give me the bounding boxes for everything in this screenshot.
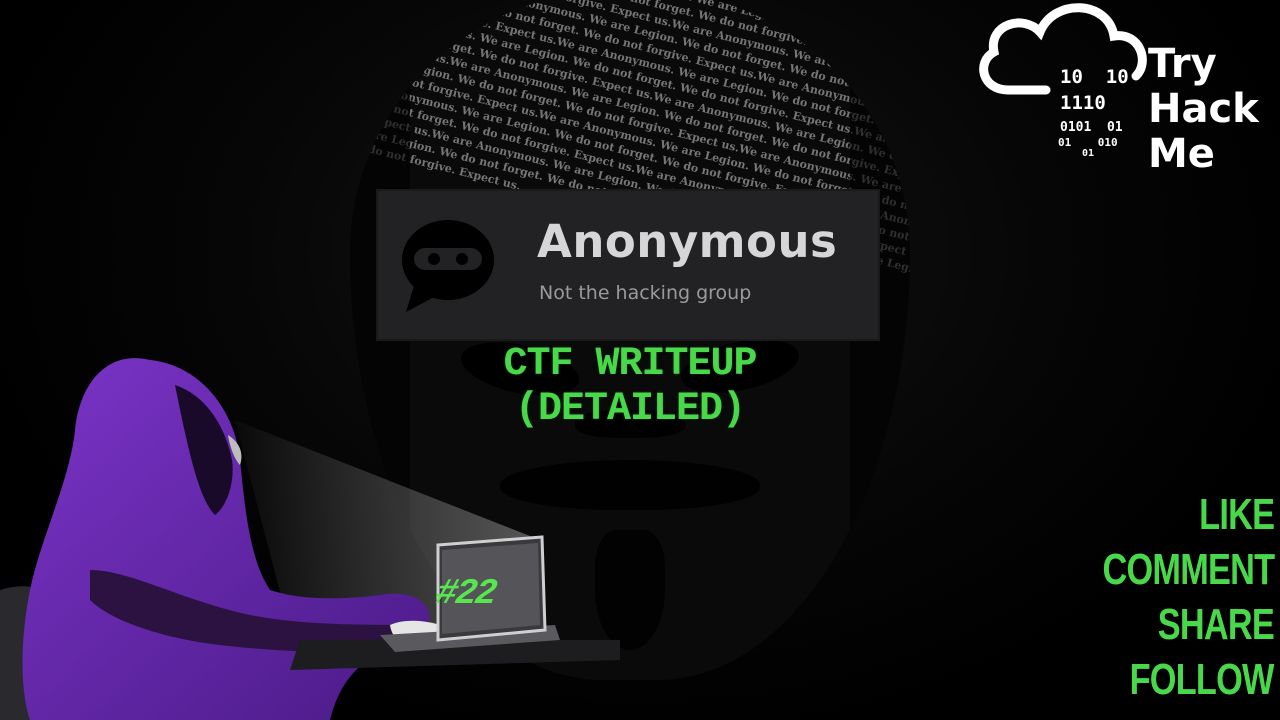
ninja-chat-bubble-icon [402,220,494,312]
cta-share: SHARE [1157,600,1275,649]
binary-line-2: 1110 [1060,92,1106,114]
cta-follow: FOLLOW [1130,655,1275,704]
brand-word-me: Me [1148,131,1215,177]
cta-like: LIKE [1198,490,1275,539]
logo-title: Anonymous [537,215,838,268]
binary-line-5: 01 [1082,148,1095,159]
brand-word-try: Try [1148,41,1217,87]
episode-badge: #22 [433,573,498,614]
thumbnail-canvas: We do not forgive. Expect us.We are Anon… [0,0,1280,720]
binary-line-3: 0101 01 [1060,120,1123,135]
cta-comment: COMMENT [1102,545,1275,594]
binary-line-1: 10 10 [1060,66,1129,88]
logo-subtitle: Not the hacking group [539,282,752,304]
brand-word-hack: Hack [1148,86,1259,132]
hooded-hacker-illustration [0,358,620,720]
mask-right-shade [850,0,910,680]
